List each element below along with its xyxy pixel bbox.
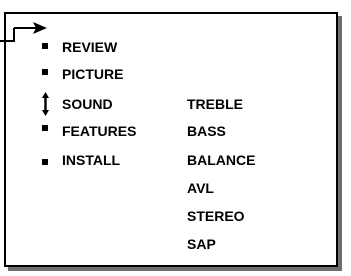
submenu-item-sap[interactable]: SAP (187, 236, 216, 252)
submenu-item-avl[interactable]: AVL (187, 180, 214, 196)
menu-item-label: INSTALL (62, 152, 121, 168)
up-down-arrow-icon (42, 92, 49, 116)
pointer-arrow-icon (0, 22, 47, 42)
bullet-icon (42, 159, 48, 165)
menu-item-label: SOUND (62, 96, 113, 112)
submenu-item-treble[interactable]: TREBLE (187, 96, 243, 112)
bullet-icon (42, 69, 48, 75)
menu-item-label: FEATURES (62, 123, 137, 139)
bullet-icon (42, 125, 48, 131)
submenu-item-balance[interactable]: BALANCE (187, 152, 255, 168)
submenu-item-bass[interactable]: BASS (187, 123, 226, 139)
menu-item-label: REVIEW (62, 39, 118, 55)
onscreen-menu-frame: REVIEW PICTURE SOUND FEATURES INSTALL TR… (4, 12, 338, 267)
menu-item-label: PICTURE (62, 66, 124, 82)
submenu-item-stereo[interactable]: STEREO (187, 208, 245, 224)
